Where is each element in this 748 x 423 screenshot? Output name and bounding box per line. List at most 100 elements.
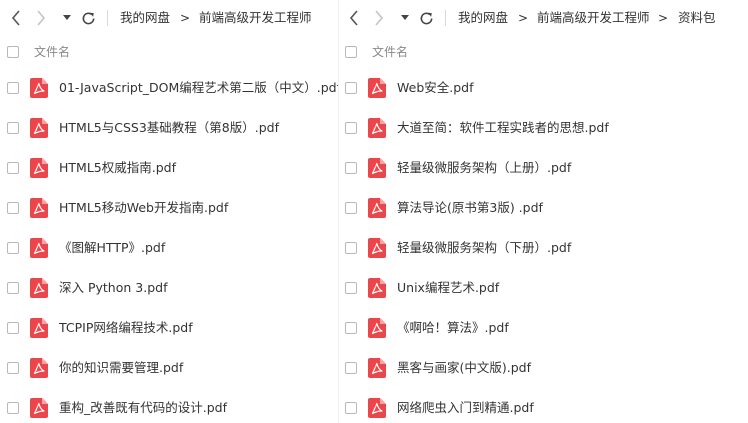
file-checkbox[interactable]	[7, 282, 19, 294]
caret-down-icon	[63, 15, 71, 20]
pdf-file-icon	[30, 238, 48, 258]
file-checkbox[interactable]	[7, 402, 19, 414]
column-header-filename[interactable]: 文件名	[372, 36, 408, 68]
file-name[interactable]: 《图解HTTP》.pdf	[59, 228, 165, 268]
left-toolbar: 我的网盘 > 前端高级开发工程师	[0, 0, 338, 36]
file-checkbox[interactable]	[7, 202, 19, 214]
file-row[interactable]: Web安全.pdf	[338, 68, 748, 108]
pdf-file-icon	[368, 158, 386, 178]
file-name[interactable]: 黑客与画家(中文版).pdf	[397, 348, 531, 388]
back-button[interactable]	[346, 0, 362, 36]
file-row[interactable]: HTML5与CSS3基础教程（第8版）.pdf	[0, 108, 338, 148]
file-checkbox[interactable]	[7, 242, 19, 254]
pdf-file-icon	[30, 158, 48, 178]
pdf-file-icon	[30, 278, 48, 298]
file-checkbox[interactable]	[345, 362, 357, 374]
file-name[interactable]: 轻量级微服务架构（下册）.pdf	[397, 228, 571, 268]
file-row[interactable]: HTML5移动Web开发指南.pdf	[0, 188, 338, 228]
file-row[interactable]: 轻量级微服务架构（上册）.pdf	[338, 148, 748, 188]
file-row[interactable]: TCPIP网络编程技术.pdf	[0, 308, 338, 348]
history-dropdown[interactable]	[399, 0, 411, 36]
file-row[interactable]: 《图解HTTP》.pdf	[0, 228, 338, 268]
right-toolbar: 我的网盘 > 前端高级开发工程师 > 资料包	[338, 0, 748, 36]
file-checkbox[interactable]	[7, 162, 19, 174]
pdf-file-icon	[30, 398, 48, 418]
file-checkbox[interactable]	[7, 322, 19, 334]
file-row[interactable]: 01-JavaScript_DOM编程艺术第二版（中文）.pdf	[0, 68, 338, 108]
file-name[interactable]: 算法导论(原书第3版) .pdf	[397, 188, 543, 228]
chevron-left-icon	[11, 10, 20, 26]
file-row[interactable]: 算法导论(原书第3版) .pdf	[338, 188, 748, 228]
select-all-checkbox[interactable]	[345, 46, 357, 58]
forward-button[interactable]	[33, 0, 49, 36]
breadcrumb-root[interactable]: 我的网盘	[120, 0, 170, 36]
file-checkbox[interactable]	[345, 82, 357, 94]
file-name[interactable]: 深入 Python 3.pdf	[59, 268, 167, 308]
file-row[interactable]: 网络爬虫入门到精通.pdf	[338, 388, 748, 423]
breadcrumb-root[interactable]: 我的网盘	[458, 0, 508, 36]
file-checkbox[interactable]	[345, 122, 357, 134]
file-name[interactable]: TCPIP网络编程技术.pdf	[59, 308, 193, 348]
refresh-icon	[420, 12, 432, 24]
back-button[interactable]	[8, 0, 24, 36]
file-name[interactable]: Unix编程艺术.pdf	[397, 268, 499, 308]
chevron-right-icon	[375, 10, 384, 26]
refresh-icon	[82, 12, 94, 24]
breadcrumb-separator: >	[518, 11, 529, 25]
file-row[interactable]: 轻量级微服务架构（下册）.pdf	[338, 228, 748, 268]
file-row[interactable]: 大道至简：软件工程实践者的思想.pdf	[338, 108, 748, 148]
toolbar-divider	[107, 10, 108, 26]
list-header: 文件名	[0, 36, 338, 68]
file-name[interactable]: 《啊哈！算法》.pdf	[397, 308, 509, 348]
pdf-file-icon	[368, 238, 386, 258]
pdf-file-icon	[368, 398, 386, 418]
refresh-button[interactable]	[79, 0, 97, 36]
pdf-file-icon	[30, 78, 48, 98]
pdf-file-icon	[368, 118, 386, 138]
file-checkbox[interactable]	[345, 322, 357, 334]
file-checkbox[interactable]	[7, 362, 19, 374]
file-row[interactable]: 你的知识需要管理.pdf	[0, 348, 338, 388]
column-header-filename[interactable]: 文件名	[34, 36, 70, 68]
file-name[interactable]: 你的知识需要管理.pdf	[59, 348, 183, 388]
pdf-file-icon	[368, 198, 386, 218]
pdf-file-icon	[368, 278, 386, 298]
breadcrumb-current[interactable]: 资料包	[678, 0, 716, 36]
pdf-file-icon	[30, 318, 48, 338]
breadcrumb-parent[interactable]: 前端高级开发工程师	[537, 0, 650, 36]
select-all-checkbox[interactable]	[7, 46, 19, 58]
file-name[interactable]: 网络爬虫入门到精通.pdf	[397, 388, 534, 423]
file-name[interactable]: 01-JavaScript_DOM编程艺术第二版（中文）.pdf	[59, 68, 338, 108]
file-checkbox[interactable]	[345, 242, 357, 254]
right-pane: 我的网盘 > 前端高级开发工程师 > 资料包 文件名 Web安全.pdf 大道至简…	[338, 0, 748, 423]
file-name[interactable]: 重构_改善既有代码的设计.pdf	[59, 388, 227, 423]
file-row[interactable]: HTML5权威指南.pdf	[0, 148, 338, 188]
file-row[interactable]: Unix编程艺术.pdf	[338, 268, 748, 308]
breadcrumb-separator: >	[180, 11, 191, 25]
file-name[interactable]: HTML5权威指南.pdf	[59, 148, 176, 188]
refresh-button[interactable]	[417, 0, 435, 36]
file-checkbox[interactable]	[345, 282, 357, 294]
file-checkbox[interactable]	[7, 122, 19, 134]
history-dropdown[interactable]	[61, 0, 73, 36]
file-name[interactable]: 大道至简：软件工程实践者的思想.pdf	[397, 108, 609, 148]
file-checkbox[interactable]	[345, 402, 357, 414]
pdf-file-icon	[30, 198, 48, 218]
file-row[interactable]: 黑客与画家(中文版).pdf	[338, 348, 748, 388]
breadcrumb-current[interactable]: 前端高级开发工程师	[199, 0, 312, 36]
chevron-left-icon	[349, 10, 358, 26]
file-checkbox[interactable]	[345, 162, 357, 174]
pdf-file-icon	[368, 318, 386, 338]
file-name[interactable]: 轻量级微服务架构（上册）.pdf	[397, 148, 571, 188]
file-name[interactable]: HTML5移动Web开发指南.pdf	[59, 188, 228, 228]
file-name[interactable]: HTML5与CSS3基础教程（第8版）.pdf	[59, 108, 279, 148]
file-checkbox[interactable]	[7, 82, 19, 94]
pdf-file-icon	[30, 358, 48, 378]
file-row[interactable]: 《啊哈！算法》.pdf	[338, 308, 748, 348]
breadcrumb-separator: >	[658, 11, 669, 25]
file-checkbox[interactable]	[345, 202, 357, 214]
file-row[interactable]: 重构_改善既有代码的设计.pdf	[0, 388, 338, 423]
forward-button[interactable]	[371, 0, 387, 36]
file-row[interactable]: 深入 Python 3.pdf	[0, 268, 338, 308]
file-name[interactable]: Web安全.pdf	[397, 68, 474, 108]
